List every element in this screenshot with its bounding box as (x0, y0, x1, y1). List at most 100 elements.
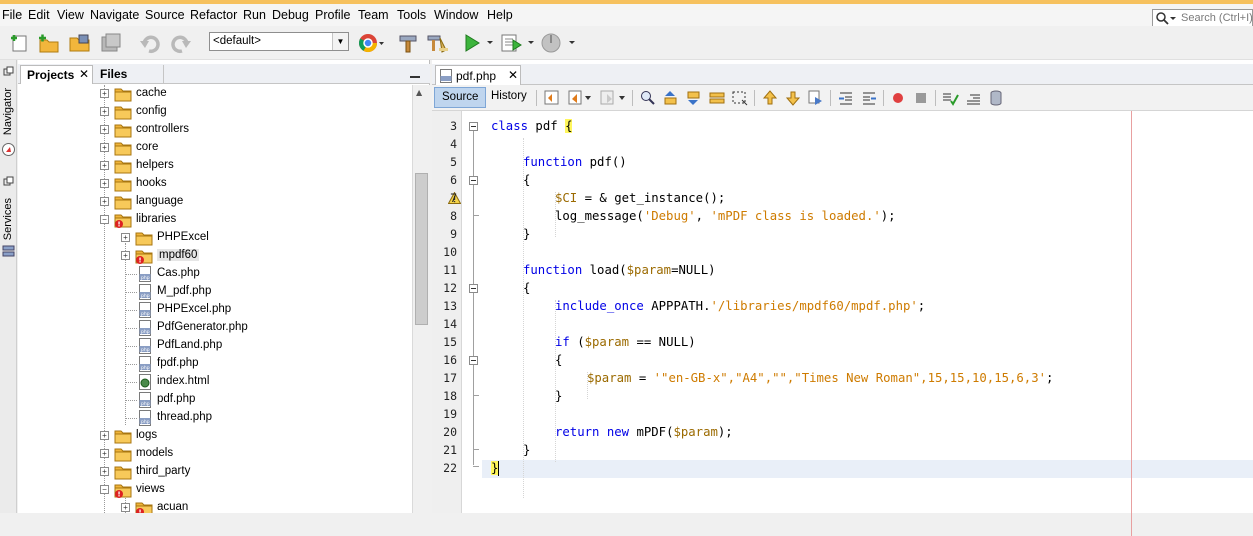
expand-icon[interactable]: + (121, 233, 130, 242)
expand-icon[interactable]: + (100, 179, 109, 188)
tree-item-pdfgenerator-php[interactable]: php PdfGenerator.php (121, 319, 408, 337)
expand-icon[interactable]: + (100, 125, 109, 134)
menu-help[interactable]: Help (487, 8, 513, 22)
check-file-icon[interactable] (940, 88, 960, 108)
tree-item-config[interactable]: + config (100, 103, 408, 121)
tree-item-pdfland-php[interactable]: php PdfLand.php (121, 337, 408, 355)
fold-toggle-icon[interactable] (469, 356, 478, 365)
expand-icon[interactable]: + (100, 143, 109, 152)
forward-icon[interactable] (598, 88, 618, 108)
expand-icon[interactable]: + (100, 431, 109, 440)
tab-files[interactable]: Files (94, 65, 164, 84)
menu-file[interactable]: File (2, 8, 22, 22)
configuration-select[interactable]: <default> ▼ (209, 32, 349, 51)
tree-item-core[interactable]: + core (100, 139, 408, 157)
services-side-tab[interactable]: Services (0, 176, 17, 266)
tree-item-language[interactable]: + language (100, 193, 408, 211)
database-icon[interactable] (986, 88, 1006, 108)
profile-project-button[interactable] (538, 30, 578, 56)
expand-icon[interactable]: + (100, 107, 109, 116)
menu-source[interactable]: Source (145, 8, 185, 22)
close-icon[interactable]: ✕ (508, 68, 518, 82)
tree-item-fpdf-php[interactable]: php fpdf.php (121, 355, 408, 373)
history-view-button[interactable]: History (484, 87, 534, 108)
expand-icon[interactable]: + (100, 467, 109, 476)
menu-refactor[interactable]: Refactor (190, 8, 237, 22)
build-hammer-icon[interactable] (396, 30, 420, 56)
minimize-panel-icon[interactable] (410, 68, 420, 78)
redo-button[interactable] (168, 30, 194, 56)
find-previous-icon[interactable] (661, 88, 681, 108)
previous-bookmark-icon[interactable] (760, 88, 780, 108)
run-project-button[interactable] (460, 30, 496, 56)
editor-tab-pdf[interactable]: pdf.php ✕ (435, 65, 521, 86)
menu-view[interactable]: View (57, 8, 84, 22)
expand-icon[interactable]: + (121, 503, 130, 512)
tree-item-thread-php[interactable]: php thread.php (121, 409, 408, 427)
tree-item-pdf-php[interactable]: php pdf.php (121, 391, 408, 409)
tree-item-controllers[interactable]: + controllers (100, 121, 408, 139)
menu-edit[interactable]: Edit (28, 8, 50, 22)
menu-run[interactable]: Run (243, 8, 266, 22)
menu-window[interactable]: Window (434, 8, 478, 22)
format-code-icon[interactable] (963, 88, 983, 108)
open-project-button[interactable] (67, 30, 93, 56)
fold-toggle-icon[interactable] (469, 122, 478, 131)
last-edit-icon[interactable] (542, 88, 562, 108)
expand-icon[interactable]: + (100, 449, 109, 458)
undo-button[interactable] (137, 30, 163, 56)
fold-toggle-icon[interactable] (469, 284, 478, 293)
expand-icon[interactable]: + (100, 89, 109, 98)
chevron-down-icon[interactable] (616, 88, 628, 108)
tree-item-phpexcel-php[interactable]: php PHPExcel.php (121, 301, 408, 319)
rect-selection-icon[interactable] (730, 88, 750, 108)
menu-team[interactable]: Team (358, 8, 389, 22)
menu-navigate[interactable]: Navigate (90, 8, 139, 22)
save-all-button[interactable] (98, 30, 124, 56)
scroll-up-icon[interactable]: ▲ (416, 88, 422, 97)
expand-icon[interactable]: + (121, 251, 130, 260)
next-bookmark-icon[interactable] (783, 88, 803, 108)
toggle-bookmark-icon[interactable] (806, 88, 826, 108)
new-project-button[interactable] (36, 30, 62, 56)
tree-item-third-party[interactable]: + third_party (100, 463, 408, 481)
tree-item-index-html[interactable]: index.html (121, 373, 408, 391)
new-file-button[interactable] (8, 30, 32, 56)
tree-item-logs[interactable]: + logs (100, 427, 408, 445)
tree-item-mpdf60[interactable]: + mpdf60 (121, 247, 408, 265)
tree-item-phpexcel[interactable]: + PHPExcel (121, 229, 408, 247)
collapse-icon[interactable]: − (100, 485, 109, 494)
tree-item-libraries[interactable]: − libraries (100, 211, 408, 229)
tree-scroll-thumb[interactable] (415, 173, 428, 325)
fold-toggle-icon[interactable] (469, 176, 478, 185)
debug-project-button[interactable] (498, 30, 536, 56)
shift-right-icon[interactable] (859, 88, 879, 108)
tree-item-views[interactable]: − views (100, 481, 408, 499)
tree-item-acuan[interactable]: + acuan (121, 499, 408, 513)
menu-profile[interactable]: Profile (315, 8, 350, 22)
toggle-highlight-icon[interactable] (707, 88, 727, 108)
browser-select-button[interactable] (356, 30, 386, 56)
tree-item-models[interactable]: + models (100, 445, 408, 463)
tree-item-helpers[interactable]: + helpers (100, 157, 408, 175)
menu-debug[interactable]: Debug (272, 8, 309, 22)
tree-item-m-pdf-php[interactable]: php M_pdf.php (121, 283, 408, 301)
source-view-button[interactable]: Source (434, 87, 487, 108)
clean-build-icon[interactable] (425, 30, 451, 56)
expand-icon[interactable]: + (100, 161, 109, 170)
tab-projects[interactable]: Projects ✕ (20, 65, 93, 84)
shift-left-icon[interactable] (836, 88, 856, 108)
expand-icon[interactable]: + (100, 197, 109, 206)
find-selection-icon[interactable] (638, 88, 658, 108)
close-icon[interactable]: ✕ (79, 67, 89, 81)
menu-tools[interactable]: Tools (397, 8, 426, 22)
stop-macro-icon[interactable] (911, 88, 931, 108)
start-macro-icon[interactable] (888, 88, 908, 108)
tree-item-cas-php[interactable]: php Cas.php (121, 265, 408, 283)
collapse-icon[interactable]: − (100, 215, 109, 224)
tree-scrollbar[interactable]: ▲ (412, 85, 430, 513)
find-next-icon[interactable] (684, 88, 704, 108)
chevron-down-icon[interactable] (582, 88, 594, 108)
navigator-side-tab[interactable]: Navigator (0, 66, 17, 166)
tree-item-cache[interactable]: + cache (100, 85, 408, 103)
